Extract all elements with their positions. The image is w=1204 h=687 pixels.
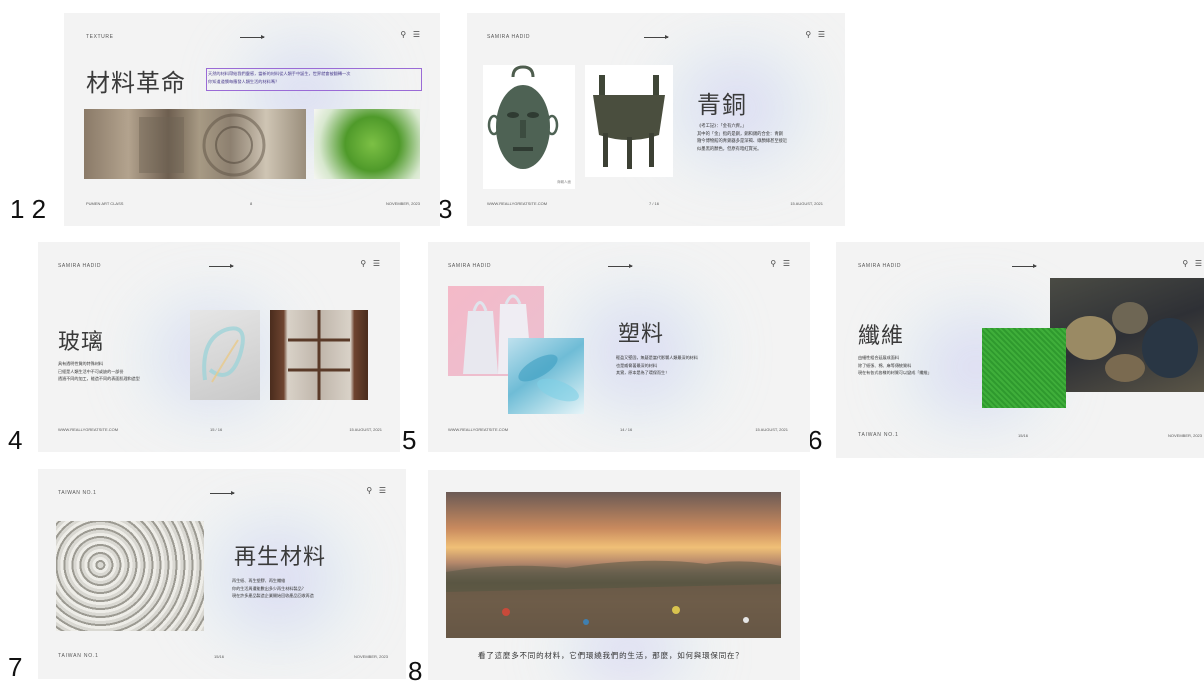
slide-header: SAMIRA HADID <box>448 263 492 269</box>
slide-thumbnail-3[interactable]: SAMIRA HADID ⚲ ☰ 商朝人面 青銅 《考工記》：「金有六齊。」 其… <box>467 13 845 226</box>
recycled-shells-image <box>56 521 204 631</box>
footer-left: TAIWAN NO.1 <box>858 432 899 438</box>
footer-date: 15 AUGUST, 2021 <box>755 427 788 432</box>
search-menu-icons[interactable]: ⚲ ☰ <box>400 30 422 39</box>
footer-page: 15/16 <box>1018 433 1029 438</box>
slide-title: 塑料 <box>618 322 665 347</box>
glass-sculpture-image <box>190 310 260 400</box>
slide-thumbnail-5[interactable]: SAMIRA HADID ⚲ ☰ 塑料 輕盈又堅固，無疑是當代影響人類最深的材料… <box>428 242 810 452</box>
slide-title: 玻璃 <box>58 330 105 355</box>
slide-thumbnail-7[interactable]: TAIWAN NO.1 ⚲ ☰ 再生材料 再生紙、再生塑膠、再生纖維 你的生活周… <box>38 469 406 679</box>
search-menu-icons[interactable]: ⚲ ☰ <box>366 486 388 495</box>
search-menu-icons[interactable]: ⚲ ☰ <box>770 259 792 268</box>
footer-left: TAIWAN NO.1 <box>58 653 99 659</box>
page-number-8: 8 <box>408 656 423 686</box>
footer-left: WWW.REALLYGREATSITE.COM <box>58 427 119 432</box>
glass-window-image <box>270 310 368 400</box>
slide-thumbnail-1[interactable]: TEXTURE ⚲ ☰ 材料革命 天然的材料帶給我們靈感，當新的材料從人類手中誕… <box>64 13 440 226</box>
slide-header: SAMIRA HADID <box>487 34 531 40</box>
image-caption: 商朝人面 <box>557 180 571 184</box>
search-menu-icons[interactable]: ⚲ ☰ <box>360 259 382 268</box>
slide-title: 纖維 <box>858 324 905 349</box>
slide-body-text: 《考工記》：「金有六齊。」 其中的「金」指的是銅，銅和錫的合金：青銅 隨今博物館… <box>697 124 788 152</box>
footer-date: NOVEMBER, 2023 <box>1167 433 1202 438</box>
slide-header: TAIWAN NO.1 <box>58 490 97 496</box>
footer-page: 15 / 16 <box>210 427 223 432</box>
slide-header: TEXTURE <box>86 34 114 40</box>
page-number-7: 7 <box>8 652 23 682</box>
arrow-icon <box>209 264 234 268</box>
closing-question-caption: 看了這麼多不同的材料，它們環繞我們的生活，那麼，如何與環保同在？ <box>478 651 744 660</box>
footer-left: PUMEN ART CLASS <box>86 201 124 206</box>
slide-body-text: 由細性組合延展成面料 除了紙張、棉、麻等傳統質料 現在有各式各樣的材質可以變成「… <box>858 355 932 375</box>
landfill-sunset-image <box>446 492 781 638</box>
slide-body-text[interactable]: 天然的材料帶給我們靈感，當新的材料從人類手中誕生，世界就會被翻轉一次 你知道道慣… <box>206 68 422 91</box>
page-number-6: 6 <box>808 425 823 455</box>
slide-title: 再生材料 <box>234 545 327 570</box>
footer-left: WWW.REALLYGREATSITE.COM <box>448 427 509 432</box>
footer-page: 14 / 16 <box>620 427 633 432</box>
page-number-1-2: 1 2 <box>10 194 47 224</box>
footer-date: 15 AUGUST, 2021 <box>790 201 823 206</box>
slide-body-text: 再生紙、再生塑膠、再生纖維 你的生活周遭能數出多少再生材料製品？ 現在許多產品製… <box>232 578 314 598</box>
footer-date: NOVEMBER, 2023 <box>353 654 388 659</box>
page-number-4: 4 <box>8 425 23 455</box>
arrow-icon <box>644 35 669 39</box>
search-menu-icons[interactable]: ⚲ ☰ <box>1182 259 1204 268</box>
yarn-spools-image <box>1050 278 1204 392</box>
footer-date: 15 AUGUST, 2021 <box>349 427 382 432</box>
arrow-icon <box>210 491 235 495</box>
slide-thumbnail-8[interactable]: 看了這麼多不同的材料，它們環繞我們的生活，那麼，如何與環保同在？ <box>428 470 800 680</box>
green-fabric-image <box>982 328 1066 408</box>
slide-header: SAMIRA HADID <box>858 263 902 269</box>
slide-body-text: 輕盈又堅固，無疑是當代影響人類最深的材料 也是威脅著最深的材料 其實，原本是為了… <box>616 355 698 375</box>
slide-thumbnail-4[interactable]: SAMIRA HADID ⚲ ☰ 玻璃 具有透明性質的特殊材料 已經是人類生活中… <box>38 242 400 452</box>
slide-body-text: 具有透明性質的特殊材料 已經是人類生活中不可或缺的一部份 透過不同的加工，能造不… <box>58 361 140 381</box>
footer-page: 15/16 <box>214 654 225 659</box>
arrow-icon <box>608 264 633 268</box>
arrow-icon <box>1012 264 1037 268</box>
green-leaf-image <box>314 109 420 179</box>
slide-title: 材料革命 <box>86 69 186 97</box>
footer-date: NOVEMBER, 2023 <box>385 201 420 206</box>
footer-page: 8 <box>250 201 253 206</box>
slide-thumbnail-6[interactable]: SAMIRA HADID ⚲ ☰ 纖維 由細性組合延展成面料 除了紙張、棉、麻等… <box>836 242 1204 458</box>
bronze-ornament-image <box>84 109 306 179</box>
page-number-3: 3 <box>438 194 453 224</box>
plastic-bottles-image <box>508 338 584 414</box>
footer-page: 7 / 16 <box>649 201 660 206</box>
search-menu-icons[interactable]: ⚲ ☰ <box>805 30 827 39</box>
bronze-mask-image: 商朝人面 <box>483 65 575 189</box>
page-number-5: 5 <box>402 425 417 455</box>
arrow-icon <box>240 35 265 39</box>
slide-header: SAMIRA HADID <box>58 263 102 269</box>
footer-left: WWW.REALLYGREATSITE.COM <box>487 201 548 206</box>
bronze-cauldron-image <box>585 65 673 177</box>
slide-title: 青銅 <box>697 91 747 119</box>
